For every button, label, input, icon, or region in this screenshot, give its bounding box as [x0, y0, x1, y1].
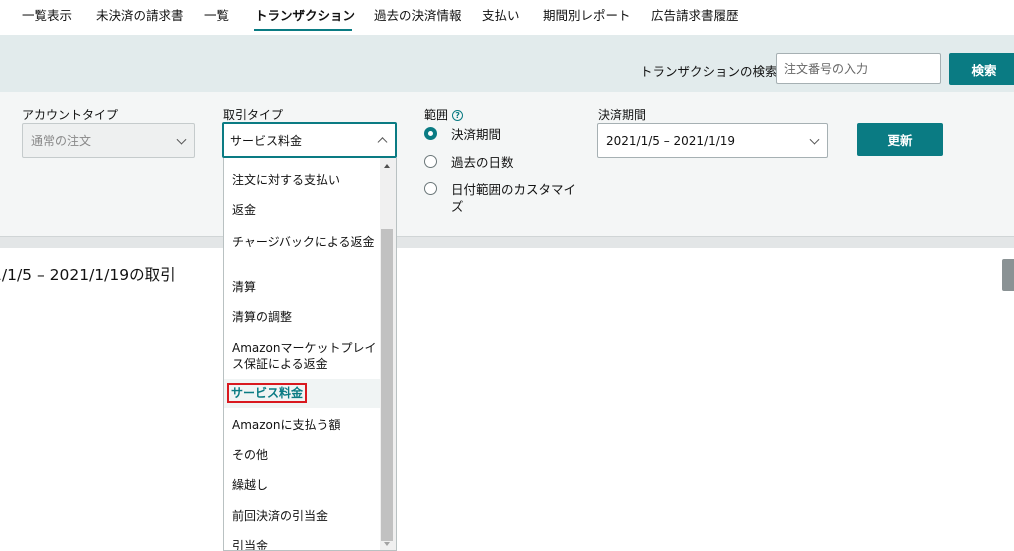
account-type-value: 通常の注文 — [31, 134, 92, 148]
dropdown-option[interactable]: 清算の調整 — [224, 309, 380, 325]
settlement-period-label: 決済期間 — [598, 108, 647, 122]
radio-custom-date-range[interactable]: 日付範囲のカスタマイズ — [424, 181, 584, 215]
dropdown-option[interactable]: 繰越し — [224, 477, 380, 493]
account-type-select[interactable]: 通常の注文 — [22, 123, 195, 158]
radio-label: 日付範囲のカスタマイズ — [451, 182, 577, 214]
order-number-search-input[interactable] — [776, 53, 941, 84]
radio-past-days[interactable]: 過去の日数 — [424, 154, 514, 171]
dropdown-option[interactable]: 返金 — [224, 202, 380, 218]
settlement-period-select[interactable]: 2021/1/5 – 2021/1/19 — [597, 123, 828, 158]
selected-option-label: サービス料金 — [227, 383, 308, 403]
tab-transactions[interactable]: トランザクション — [255, 5, 355, 24]
range-label-text: 範囲 — [424, 108, 449, 122]
search-button[interactable]: 検索 — [949, 53, 1014, 85]
question-circle-icon[interactable]: ? — [452, 110, 464, 121]
radio-unchecked-icon[interactable] — [424, 155, 437, 168]
dropdown-option[interactable]: 清算 — [224, 279, 380, 295]
radio-checked-icon[interactable] — [424, 127, 437, 140]
tab-unpaid-invoices[interactable]: 未決済の請求書 — [96, 5, 184, 24]
filter-panel-divider — [0, 236, 1014, 248]
tab-disbursements[interactable]: 支払い — [482, 5, 520, 24]
feedback-side-tab[interactable] — [1002, 259, 1014, 291]
range-label: 範囲? — [424, 106, 464, 123]
payments-transactions-page: 一覧表示 未決済の請求書 一覧 トランザクション 過去の決済情報 支払い 期間別… — [0, 0, 1014, 551]
radio-label: 決済期間 — [451, 127, 502, 142]
transaction-type-select[interactable]: サービス料金 — [222, 122, 397, 158]
dropdown-option[interactable]: 注文に対する支払い — [224, 172, 380, 188]
radio-unchecked-icon[interactable] — [424, 182, 437, 195]
transaction-search-label: トランザクションの検索 — [640, 64, 778, 79]
top-nav: 一覧表示 未決済の請求書 一覧 トランザクション 過去の決済情報 支払い 期間別… — [0, 0, 1014, 35]
radio-settlement-period[interactable]: 決済期間 — [424, 126, 501, 143]
dropdown-option-selected[interactable]: サービス料金 — [224, 379, 380, 408]
tab-summary[interactable]: 一覧表示 — [22, 5, 72, 24]
update-button[interactable]: 更新 — [857, 123, 943, 156]
dropdown-option[interactable]: Amazonに支払う額 — [224, 417, 380, 433]
tab-advertising-invoice-history[interactable]: 広告請求書履歴 — [651, 5, 739, 24]
tab-date-range-reports[interactable]: 期間別レポート — [543, 5, 631, 24]
tab-list[interactable]: 一覧 — [204, 5, 229, 24]
transaction-type-value: サービス料金 — [230, 133, 303, 148]
dropdown-option[interactable]: 引当金 — [224, 538, 380, 550]
chevron-up-icon — [377, 137, 388, 148]
dropdown-option[interactable]: 前回決済の引当金 — [224, 508, 380, 524]
dropdown-scrollbar-thumb[interactable] — [381, 229, 393, 541]
settlement-period-value: 2021/1/5 – 2021/1/19 — [606, 133, 736, 148]
transaction-type-dropdown-list: 注文に対する支払い 返金 チャージバックによる返金 清算 清算の調整 Amazo… — [223, 158, 397, 551]
tab-past-settlements[interactable]: 過去の決済情報 — [374, 5, 462, 24]
transaction-type-label: 取引タイプ — [223, 108, 284, 122]
chevron-down-icon — [809, 134, 820, 145]
dropdown-option[interactable]: その他 — [224, 447, 380, 463]
active-tab-indicator — [254, 29, 352, 31]
transactions-range-heading: 1/1/5 – 2021/1/19の取引 — [0, 266, 176, 284]
dropdown-option[interactable]: チャージバックによる返金 — [224, 234, 380, 250]
radio-label: 過去の日数 — [451, 155, 514, 170]
scroll-down-arrow-icon[interactable] — [384, 542, 390, 546]
chevron-down-icon — [176, 134, 187, 145]
account-type-label: アカウントタイプ — [22, 108, 119, 122]
dropdown-option[interactable]: Amazonマーケットプレイス保証による返金 — [224, 340, 380, 372]
scroll-up-arrow-icon[interactable] — [384, 164, 390, 168]
